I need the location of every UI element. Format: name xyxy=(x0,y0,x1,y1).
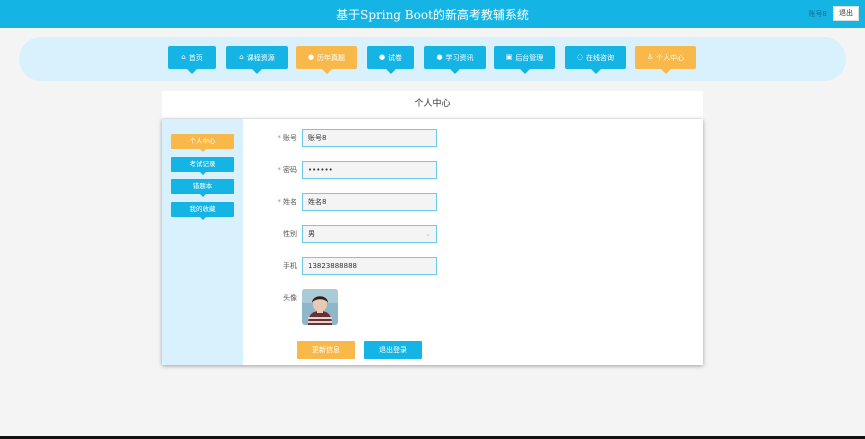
nav-item-label: 后台管理 xyxy=(515,53,544,62)
info-icon: ● xyxy=(436,53,443,61)
bag-icon: ⌂ xyxy=(239,53,244,61)
nav-item-label: 试卷 xyxy=(388,53,403,62)
account-label: * 账号 xyxy=(277,134,298,142)
name-field[interactable]: 姓名8 xyxy=(302,193,437,211)
current-user: 账号8 xyxy=(808,10,827,18)
nav-item-label: 在线咨询 xyxy=(586,53,615,62)
required-mark: * xyxy=(277,198,282,206)
home-icon: ⌂ xyxy=(181,53,186,61)
nav-item-label: 历年真题 xyxy=(317,53,346,62)
sidebar-item-favorites[interactable]: 我的收藏 xyxy=(171,202,234,220)
avatar[interactable] xyxy=(302,289,338,325)
nav-item-online-consult[interactable]: ◌ 在线咨询 xyxy=(565,46,626,74)
password-label: * 密码 xyxy=(277,166,298,174)
avatar-image xyxy=(302,289,338,325)
page-title: 个人中心 xyxy=(162,91,703,118)
gender-select[interactable]: 男 ⌄ xyxy=(302,225,437,243)
chat-icon: ◌ xyxy=(576,53,584,61)
nav-item-home[interactable]: ⌂ 首页 xyxy=(168,46,216,74)
phone-label: 手机 xyxy=(283,262,297,270)
nav-item-course-resources[interactable]: ⌂ 课程资源 xyxy=(226,46,288,74)
question-icon: ● xyxy=(378,53,386,61)
update-info-button[interactable]: 更新信息 xyxy=(297,341,355,359)
nav-item-label: 课程资源 xyxy=(246,53,275,62)
gender-value: 男 xyxy=(308,230,315,238)
top-bar: 基于Spring Boot的新高考教辅系统 账号8 退出 xyxy=(0,0,865,28)
nav-item-label: 首页 xyxy=(188,53,203,62)
nav-item-admin[interactable]: ▣ 后台管理 xyxy=(494,46,555,74)
chevron-down-icon: ⌄ xyxy=(425,230,431,238)
nav-item-past-exams[interactable]: ● 历年真题 xyxy=(296,46,357,74)
nav-item-study-news[interactable]: ● 学习资讯 xyxy=(424,46,486,74)
name-label: * 姓名 xyxy=(277,198,298,206)
required-mark: * xyxy=(277,166,282,174)
nav-item-papers[interactable]: ● 试卷 xyxy=(367,46,414,74)
account-field[interactable]: 账号8 xyxy=(302,129,437,147)
sidebar: 个人中心 考试记录 错题本 我的收藏 xyxy=(162,119,243,365)
required-mark: * xyxy=(277,134,282,142)
nav-item-label: 学习资讯 xyxy=(445,53,474,62)
user-icon: ♙ xyxy=(646,53,654,61)
info-icon: ● xyxy=(307,53,315,61)
nav-item-label: 个人中心 xyxy=(656,53,685,62)
sidebar-item-exam-records[interactable]: 考试记录 xyxy=(171,157,234,175)
logout-account-button[interactable]: 退出登录 xyxy=(364,341,422,359)
sidebar-item-wrong-questions[interactable]: 错题本 xyxy=(171,179,234,197)
site-title: 基于Spring Boot的新高考教辅系统 xyxy=(336,8,529,22)
avatar-label: 头像 xyxy=(283,294,297,302)
phone-field[interactable]: 13823888888 xyxy=(302,257,437,275)
profile-card: 个人中心 考试记录 错题本 我的收藏 * 账号 账号8 * 密码 •••••• * 姓… xyxy=(162,119,703,365)
logout-button[interactable]: 退出 xyxy=(833,6,859,21)
sidebar-item-personal-center[interactable]: 个人中心 xyxy=(171,134,234,152)
box-icon: ▣ xyxy=(505,53,513,61)
gender-label: 性别 xyxy=(283,230,297,238)
password-field[interactable]: •••••• xyxy=(302,161,437,179)
nav-item-personal-center[interactable]: ♙ 个人中心 xyxy=(635,46,696,74)
